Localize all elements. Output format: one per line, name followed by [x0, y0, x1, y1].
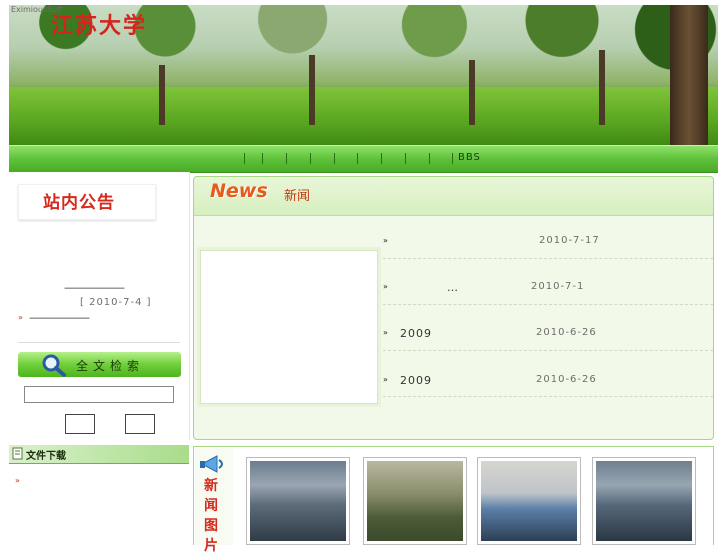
- notice-item-date: [ 2010-7-4 ]: [80, 297, 152, 308]
- news-item-title[interactable]: …: [447, 281, 459, 294]
- news-photo-thumbnail[interactable]: [363, 457, 467, 545]
- news-bullet-icon: »: [383, 236, 388, 245]
- news-photo-thumbnail[interactable]: [592, 457, 696, 545]
- news-item-date: 2010-7-1: [531, 281, 585, 292]
- news-heading-en: News: [210, 180, 268, 202]
- search-submit-button[interactable]: [65, 414, 95, 434]
- news-bullet-icon: »: [383, 375, 388, 384]
- news-separator: [383, 304, 713, 305]
- nav-separator: [334, 153, 335, 164]
- news-separator: [383, 258, 713, 259]
- news-list-item[interactable]: » 2009 2010-6-26: [383, 372, 713, 392]
- photo-section-label: 新闻图片: [204, 478, 218, 554]
- nav-separator: [381, 153, 382, 164]
- nav-separator: [244, 153, 245, 164]
- news-separator: [383, 350, 713, 351]
- nav-separator: [286, 153, 287, 164]
- magnifier-icon: [42, 354, 66, 377]
- news-separator: [383, 396, 713, 397]
- news-photo-thumbnail[interactable]: [477, 457, 581, 545]
- news-item-title[interactable]: 2009: [400, 327, 432, 340]
- news-item-date: 2010-6-26: [536, 374, 597, 385]
- banner-tree-trunk: [599, 50, 605, 125]
- news-item-title[interactable]: 2009: [400, 374, 432, 387]
- notice-bullet-icon: »: [18, 313, 23, 322]
- news-photo-thumbnail[interactable]: [246, 457, 350, 545]
- banner-tree-trunk: [469, 60, 475, 125]
- sidebar-divider: [18, 342, 180, 343]
- banner-tree-trunk: [159, 65, 165, 125]
- download-title: 文件下载: [26, 451, 66, 462]
- notice-item-link[interactable]: ——————: [64, 281, 125, 294]
- nav-separator: [405, 153, 406, 164]
- news-header: [194, 177, 713, 216]
- nav-separator: [429, 153, 430, 164]
- banner-lawn: [9, 87, 718, 145]
- nav-link-bbs[interactable]: BBS: [458, 152, 481, 163]
- nav-separator: [357, 153, 358, 164]
- banner-large-trunk: [670, 5, 708, 145]
- news-list-item[interactable]: » 2010-7-17: [383, 233, 713, 253]
- news-item-date: 2010-6-26: [536, 327, 597, 338]
- search-advanced-button[interactable]: [125, 414, 155, 434]
- document-icon: [12, 447, 23, 460]
- search-title: 全文检索: [76, 359, 145, 373]
- banner-tree-trunk: [309, 55, 315, 125]
- university-logo-text: 江苏大学: [51, 13, 148, 39]
- news-list-item[interactable]: » … 2010-7-1: [383, 279, 713, 299]
- news-bullet-icon: »: [383, 328, 388, 337]
- nav-separator: [262, 153, 263, 164]
- notice-item-link[interactable]: ——————: [29, 311, 90, 324]
- main-nav: BBS: [9, 145, 718, 173]
- news-item-date: 2010-7-17: [539, 235, 600, 246]
- notice-title: 站内公告: [43, 193, 115, 213]
- megaphone-icon: [200, 455, 223, 473]
- news-bullet-icon: »: [383, 282, 388, 291]
- news-heading-cn: 新闻: [284, 189, 311, 204]
- news-list-item[interactable]: » 2009 2010-6-26: [383, 325, 713, 345]
- search-input[interactable]: [24, 386, 174, 403]
- nav-separator: [310, 153, 311, 164]
- news-featured-image[interactable]: [200, 250, 378, 404]
- download-bullet-icon: »: [15, 476, 20, 485]
- nav-separator: [452, 153, 453, 164]
